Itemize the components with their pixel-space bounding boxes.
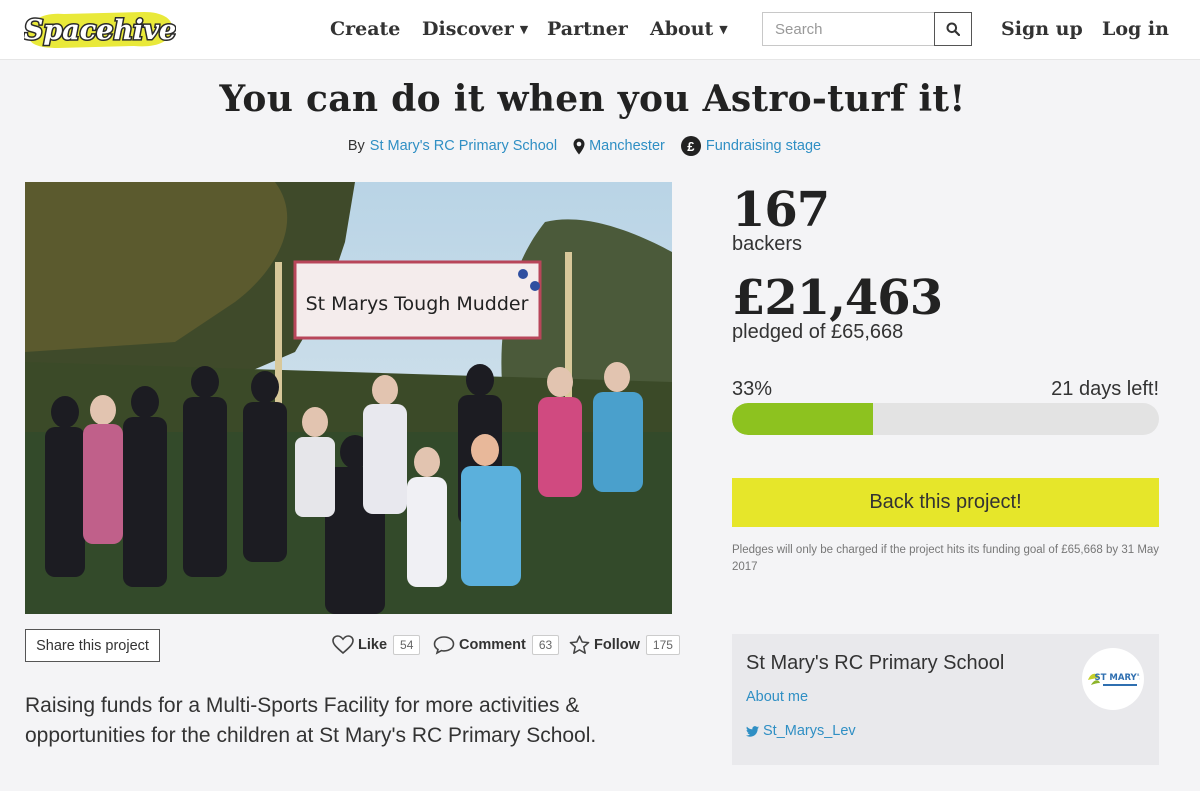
project-photo: St Marys Tough Mudder <box>25 182 672 614</box>
creator-link[interactable]: St Mary's RC Primary School <box>370 138 557 154</box>
twitter-handle: St_Marys_Lev <box>763 723 856 739</box>
search-input[interactable] <box>762 12 935 46</box>
caret-down-icon: ▼ <box>519 22 529 36</box>
twitter-bird-icon <box>746 725 759 737</box>
comment-button[interactable]: Comment 63 <box>433 633 560 657</box>
backers-label: backers <box>732 233 803 255</box>
log-in-label: Log in <box>1102 18 1169 40</box>
spacehive-logo[interactable]: Spacehive <box>22 6 178 54</box>
speech-bubble-icon <box>433 636 455 655</box>
sign-up-label: Sign up <box>1001 18 1083 40</box>
follow-count: 175 <box>645 635 680 655</box>
follow-label: Follow <box>594 637 640 653</box>
location-segment: Manchester <box>573 138 665 155</box>
nav-discover[interactable]: Discover ▼ <box>422 0 528 58</box>
nav-create-label: Create <box>330 18 401 40</box>
log-in-link[interactable]: Log in <box>1102 0 1169 58</box>
nav-about-label: About <box>650 18 714 40</box>
school-logo-text: ST MARY'S <box>1095 673 1140 683</box>
pledged-amount: £21,463 <box>732 270 943 326</box>
creator-segment: By St Mary's RC Primary School <box>348 138 557 154</box>
heart-icon <box>332 635 354 655</box>
like-label: Like <box>358 637 388 653</box>
owner-name: St Mary's RC Primary School <box>746 652 1005 674</box>
like-button[interactable]: Like 54 <box>332 633 421 657</box>
backers-count: 167 <box>732 182 830 238</box>
funding-percent: 33% <box>732 378 773 400</box>
map-pin-icon <box>573 138 585 154</box>
days-left: 21 days left! <box>1051 378 1159 400</box>
project-title: You can do it when you Astro-turf it! <box>219 78 966 120</box>
by-label: By <box>347 138 365 154</box>
top-navigation-bar: Spacehive Create Discover ▼ Partner About… <box>0 0 1200 60</box>
share-project-button[interactable]: Share this project <box>25 629 160 662</box>
follow-button[interactable]: Follow 175 <box>569 633 680 657</box>
nav-partner-label: Partner <box>547 18 628 40</box>
banner-text: St Marys Tough Mudder <box>306 293 529 315</box>
funding-progress-fill <box>732 403 873 435</box>
caret-down-icon: ▼ <box>719 22 728 36</box>
pledged-label: pledged of £65,668 <box>732 321 904 343</box>
back-project-button[interactable]: Back this project! <box>732 478 1159 527</box>
like-count: 54 <box>393 635 421 655</box>
stage-link[interactable]: Fundraising stage <box>706 138 821 154</box>
nav-partner[interactable]: Partner <box>547 0 628 58</box>
search-button[interactable] <box>934 12 972 46</box>
share-label: Share this project <box>36 637 149 654</box>
comment-count: 63 <box>531 635 560 655</box>
sign-up-link[interactable]: Sign up <box>1001 0 1083 58</box>
search-icon <box>946 22 960 36</box>
stage-segment: £ Fundraising stage <box>680 136 821 156</box>
project-byline: By St Mary's RC Primary School Mancheste… <box>0 136 1185 156</box>
location-link[interactable]: Manchester <box>589 138 665 154</box>
logo-text: Spacehive <box>24 15 176 46</box>
school-logo[interactable]: ST MARY'S <box>1082 648 1144 710</box>
pound-circle-icon: £ <box>680 136 701 156</box>
back-project-label: Back this project! <box>869 491 1022 513</box>
owner-card: St Mary's RC Primary School About me St_… <box>732 634 1159 765</box>
pledge-note: Pledges will only be charged if the proj… <box>732 544 1160 573</box>
comment-label: Comment <box>459 637 526 653</box>
twitter-link[interactable]: St_Marys_Lev <box>746 723 856 739</box>
project-description: Raising funds for a Multi-Sports Facilit… <box>25 694 597 747</box>
nav-create[interactable]: Create <box>330 0 400 58</box>
funding-progress-bar <box>732 403 1159 435</box>
nav-discover-label: Discover <box>422 18 514 40</box>
nav-about[interactable]: About ▼ <box>650 0 728 58</box>
star-icon <box>569 635 590 654</box>
about-me-link[interactable]: About me <box>746 689 808 705</box>
